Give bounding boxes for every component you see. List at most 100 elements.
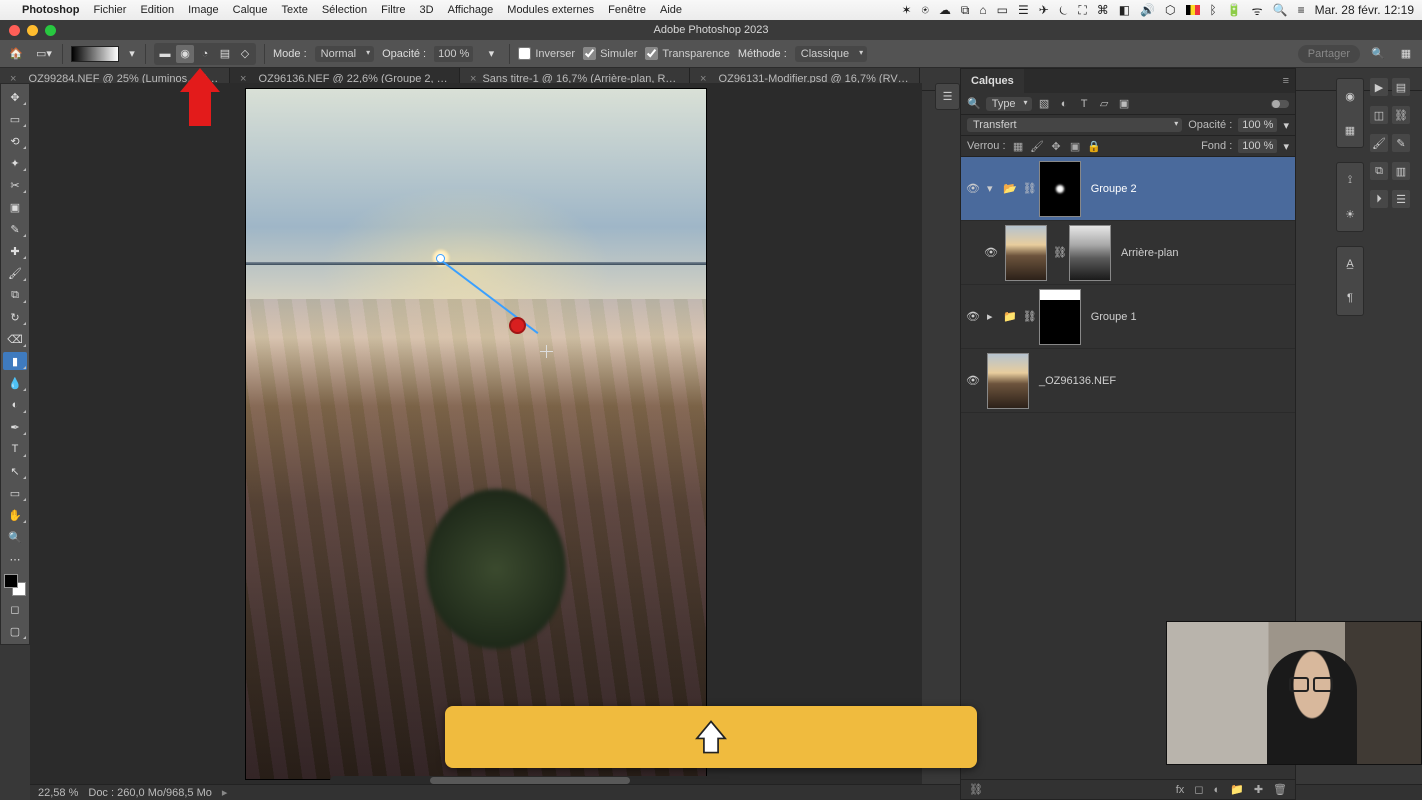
paragraph-panel-icon[interactable]: ¶ bbox=[1338, 286, 1362, 310]
visibility-eye-icon[interactable]: 👁 bbox=[983, 246, 999, 259]
clock[interactable]: Mar. 28 févr. 12:19 bbox=[1315, 3, 1414, 17]
gradient-start-handle[interactable] bbox=[436, 254, 445, 263]
dither-checkbox[interactable]: Simuler bbox=[583, 47, 637, 60]
tool-preset-picker[interactable]: ▭▾ bbox=[34, 44, 54, 64]
lock-all-icon[interactable]: 🔒 bbox=[1088, 140, 1101, 153]
add-mask-icon[interactable]: ◻ bbox=[1194, 783, 1203, 796]
eyedropper-tool-icon[interactable]: ✎ bbox=[3, 220, 27, 238]
zoom-tool-icon[interactable]: 🔍 bbox=[3, 528, 27, 546]
status-icon[interactable]: ⌂ bbox=[979, 3, 986, 17]
menu-window[interactable]: Fenêtre bbox=[608, 4, 646, 16]
filter-toggle[interactable] bbox=[1271, 100, 1289, 108]
status-menu-icon[interactable]: ▸ bbox=[222, 786, 228, 799]
zoom-level[interactable]: 22,58 % bbox=[38, 787, 78, 799]
menu-3d[interactable]: 3D bbox=[420, 4, 434, 16]
scrollbar-thumb[interactable] bbox=[430, 777, 630, 784]
adjustments-panel-icon[interactable]: ☀ bbox=[1338, 202, 1362, 226]
layer-mask-thumbnail[interactable] bbox=[1039, 161, 1081, 217]
new-layer-icon[interactable]: ✚ bbox=[1254, 783, 1263, 796]
visibility-eye-icon[interactable]: 👁 bbox=[965, 182, 981, 195]
fill-value[interactable]: 100 % bbox=[1238, 139, 1277, 153]
spotlight-icon[interactable]: 🔍 bbox=[1273, 3, 1288, 17]
layer-thumbnail[interactable] bbox=[987, 353, 1029, 409]
layers-tab[interactable]: Calques bbox=[961, 69, 1024, 93]
status-icon[interactable]: ⬡ bbox=[1165, 3, 1175, 17]
menu-select[interactable]: Sélection bbox=[322, 4, 367, 16]
marquee-tool-icon[interactable]: ▭ bbox=[3, 110, 27, 128]
blur-tool-icon[interactable]: 💧 bbox=[3, 374, 27, 392]
layer-fx-icon[interactable]: fx bbox=[1176, 784, 1185, 796]
status-icon[interactable]: ⛶ bbox=[1078, 3, 1086, 18]
color-panel-icon[interactable]: ◉ bbox=[1338, 84, 1362, 108]
menu-help[interactable]: Aide bbox=[660, 4, 682, 16]
shape-tool-icon[interactable]: ▭ bbox=[3, 484, 27, 502]
status-icon[interactable]: ✶ bbox=[902, 3, 912, 17]
layer-row[interactable]: 👁 ▾ 📂 ⛓ Groupe 2 bbox=[961, 157, 1295, 221]
group-expand-icon[interactable]: ▾ bbox=[987, 182, 997, 195]
gradient-picker-arrow-icon[interactable]: ▾ bbox=[127, 44, 137, 64]
layer-row[interactable]: 👁 ▸ 📁 ⛓ Groupe 1 bbox=[961, 285, 1295, 349]
gradient-reflected-icon[interactable]: ▤ bbox=[216, 45, 234, 63]
control-center-icon[interactable]: ≡ bbox=[1298, 3, 1305, 17]
actions-panel-icon[interactable]: ⏵ bbox=[1370, 190, 1388, 208]
status-icon[interactable]: ⏾ bbox=[1059, 3, 1069, 18]
gradient-preview[interactable] bbox=[71, 46, 119, 62]
panel-icon[interactable]: ▥ bbox=[1392, 162, 1410, 180]
histogram-icon[interactable]: ⛓ bbox=[1392, 106, 1410, 124]
fg-color-swatch[interactable] bbox=[4, 574, 18, 588]
wifi-icon[interactable]: ᯤ bbox=[1252, 2, 1263, 19]
blend-mode-select[interactable]: Normal bbox=[315, 46, 374, 62]
status-icon[interactable]: ◧ bbox=[1119, 3, 1130, 17]
histogram-icon[interactable]: ◫ bbox=[1370, 106, 1388, 124]
window-close-button[interactable] bbox=[9, 25, 20, 36]
layer-mask-thumbnail[interactable] bbox=[1069, 225, 1111, 281]
workspace-switcher-icon[interactable]: ▦ bbox=[1396, 44, 1416, 64]
layer-row[interactable]: 👁 _OZ96136.NEF bbox=[961, 349, 1295, 413]
color-swatches[interactable] bbox=[4, 574, 26, 596]
status-icon[interactable]: ☁ bbox=[939, 3, 951, 17]
filter-shape-icon[interactable]: ▱ bbox=[1097, 96, 1112, 111]
fill-arrow-icon[interactable]: ▾ bbox=[1283, 140, 1289, 153]
layer-row[interactable]: 👁 ⛓ Arrière-plan bbox=[961, 221, 1295, 285]
visibility-eye-icon[interactable]: 👁 bbox=[965, 310, 981, 323]
opacity-arrow-icon[interactable]: ▾ bbox=[1283, 119, 1289, 132]
layer-blend-mode-select[interactable]: Transfert bbox=[967, 118, 1182, 132]
frame-tool-icon[interactable]: ▣ bbox=[3, 198, 27, 216]
pen-tool-icon[interactable]: ✒ bbox=[3, 418, 27, 436]
lock-transparency-icon[interactable]: ▦ bbox=[1012, 140, 1025, 153]
status-icon[interactable]: ⍟ bbox=[922, 3, 929, 18]
layer-mask-thumbnail[interactable] bbox=[1039, 289, 1081, 345]
menu-image[interactable]: Image bbox=[188, 4, 219, 16]
crop-tool-icon[interactable]: ✂ bbox=[3, 176, 27, 194]
brush-panel-icon[interactable]: 🖌 bbox=[1370, 134, 1388, 152]
layer-opacity-value[interactable]: 100 % bbox=[1238, 118, 1277, 132]
gradient-linear-icon[interactable]: ▬ bbox=[156, 45, 174, 63]
delete-layer-icon[interactable]: 🗑 bbox=[1273, 783, 1287, 796]
character-panel-icon[interactable]: A̲ bbox=[1338, 252, 1362, 276]
reverse-checkbox[interactable]: Inverser bbox=[518, 47, 575, 60]
menu-type[interactable]: Texte bbox=[282, 4, 308, 16]
window-zoom-button[interactable] bbox=[45, 25, 56, 36]
menu-edit[interactable]: Edition bbox=[140, 4, 174, 16]
home-icon[interactable]: 🏠 bbox=[6, 44, 26, 64]
layer-name[interactable]: Groupe 2 bbox=[1091, 183, 1137, 195]
clone-panel-icon[interactable]: ⧉ bbox=[1370, 162, 1388, 180]
gradient-tool-icon[interactable]: ▮ bbox=[3, 352, 27, 370]
link-layers-icon[interactable]: ⛓ bbox=[969, 783, 983, 796]
app-menu[interactable]: Photoshop bbox=[22, 4, 79, 16]
gradient-radial-icon[interactable]: ◉ bbox=[176, 45, 194, 63]
type-tool-icon[interactable]: T bbox=[3, 440, 27, 458]
layer-name[interactable]: _OZ96136.NEF bbox=[1039, 375, 1116, 387]
screenmode-icon[interactable]: ▢ bbox=[3, 622, 27, 640]
status-icon[interactable]: ☰ bbox=[1018, 3, 1029, 17]
gradient-angle-icon[interactable]: ◔ bbox=[196, 45, 214, 63]
play-icon[interactable]: ▶ bbox=[1370, 78, 1388, 96]
libraries-panel-icon[interactable]: ⟟ bbox=[1338, 168, 1362, 192]
panel-icon[interactable]: ▤ bbox=[1392, 78, 1410, 96]
menu-plugins[interactable]: Modules externes bbox=[507, 4, 594, 16]
opacity-arrow-icon[interactable]: ▾ bbox=[481, 44, 501, 64]
gradient-diamond-icon[interactable]: ◇ bbox=[236, 45, 254, 63]
history-brush-tool-icon[interactable]: ↻ bbox=[3, 308, 27, 326]
transparency-checkbox[interactable]: Transparence bbox=[645, 47, 729, 60]
canvas[interactable] bbox=[246, 89, 706, 779]
